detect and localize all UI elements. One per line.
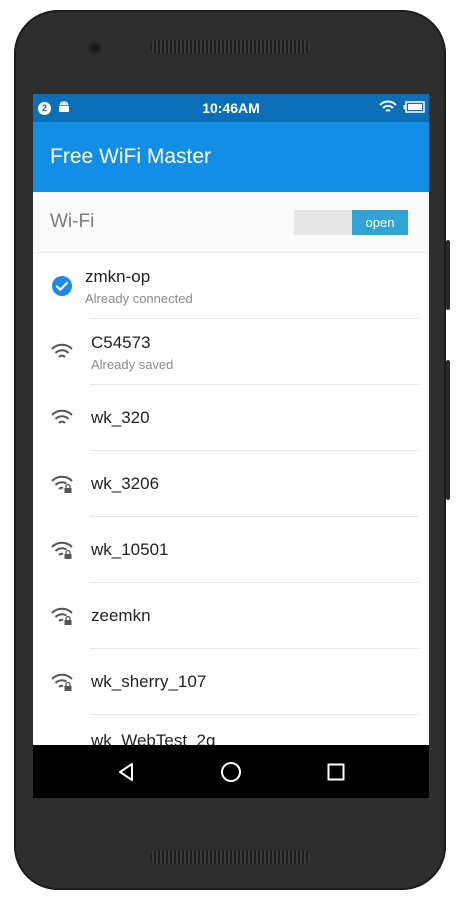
network-item[interactable]: wk_WebTest_2g: [33, 715, 429, 745]
network-name: wk_10501: [91, 540, 169, 559]
wifi-locked-icon: [50, 604, 74, 628]
network-item[interactable]: wk_3206: [33, 451, 429, 517]
network-name: wk_sherry_107: [91, 672, 207, 691]
network-status: Already connected: [85, 290, 193, 306]
bottom-speaker: [150, 850, 310, 864]
clock: 10:46AM: [202, 100, 260, 116]
top-speaker: [150, 40, 310, 54]
screen: 2 10:46AM Free WiFi Master Wi-Fi open zm…: [33, 94, 429, 798]
toggle-state-label: open: [352, 209, 408, 235]
volume-button: [446, 240, 450, 310]
network-name: zmkn-op: [85, 266, 151, 286]
network-name: wk_WebTest_2g: [91, 731, 216, 745]
app-title: Free WiFi Master: [50, 145, 212, 168]
back-icon[interactable]: [106, 752, 146, 792]
power-button: [446, 360, 450, 500]
network-name: wk_3206: [91, 474, 160, 493]
app-bar: Free WiFi Master: [33, 122, 429, 192]
recents-icon[interactable]: [316, 752, 356, 792]
connected-check-icon: [50, 274, 74, 298]
network-list: zmkn-op Already connected C54573 Already…: [33, 253, 429, 745]
wifi-toggle-row: Wi-Fi open: [33, 192, 429, 253]
network-item[interactable]: wk_sherry_107: [33, 649, 429, 715]
wifi-signal-icon: [379, 100, 397, 117]
network-item[interactable]: wk_10501: [33, 517, 429, 583]
wifi-toggle-switch[interactable]: open: [294, 209, 408, 235]
network-status: Already saved: [91, 356, 174, 372]
wifi-locked-icon: [50, 538, 74, 562]
status-bar: 2 10:46AM: [33, 94, 429, 122]
network-name: C54573: [91, 332, 151, 352]
network-item[interactable]: wk_320: [33, 385, 429, 451]
wifi-locked-icon: [50, 670, 74, 694]
battery-icon: [403, 100, 425, 116]
wifi-icon: [50, 406, 74, 430]
wifi-icon: [50, 340, 74, 364]
network-item[interactable]: zmkn-op Already connected: [33, 253, 429, 319]
wifi-label: Wi-Fi: [50, 211, 95, 232]
network-item[interactable]: zeemkn: [33, 583, 429, 649]
network-name: zeemkn: [91, 606, 151, 625]
network-item[interactable]: C54573 Already saved: [33, 319, 429, 385]
wifi-locked-icon: [50, 472, 74, 496]
front-camera: [88, 41, 102, 55]
home-icon[interactable]: [211, 752, 251, 792]
navigation-bar: [33, 745, 429, 798]
network-name: wk_320: [91, 408, 150, 427]
